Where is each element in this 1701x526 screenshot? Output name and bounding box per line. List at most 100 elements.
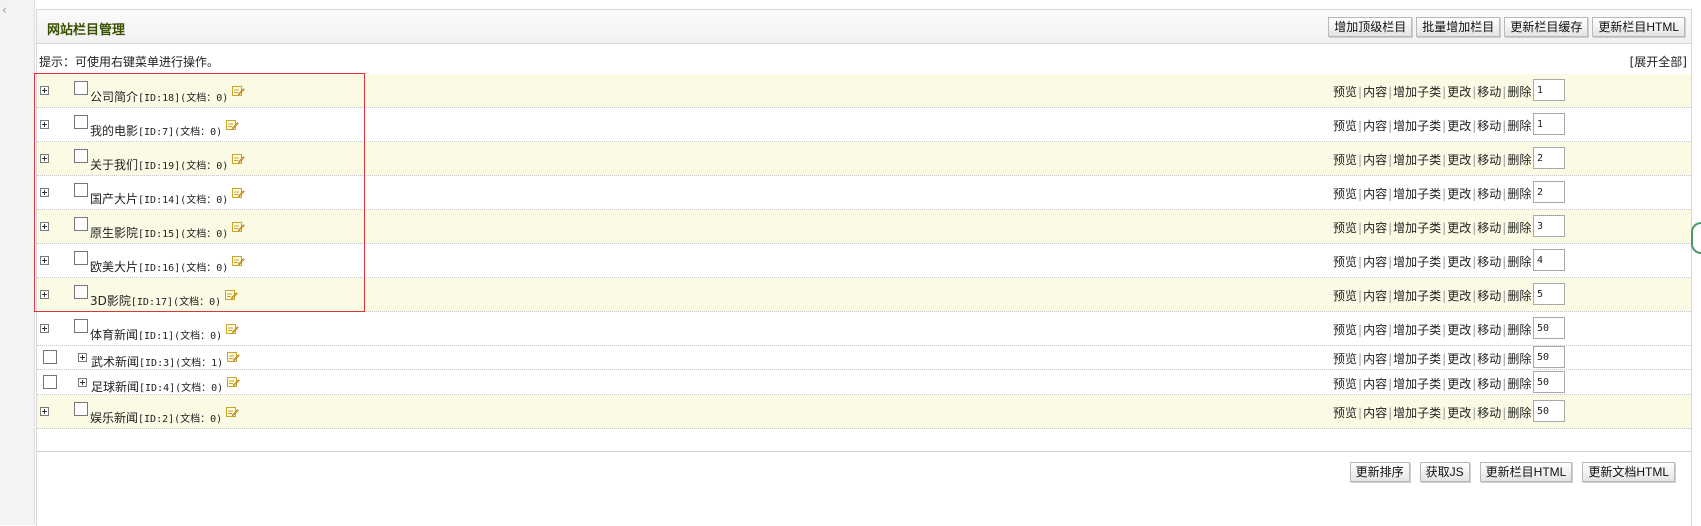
- expand-all-link[interactable]: [展开全部]: [1630, 53, 1687, 70]
- content-link[interactable]: 内容: [1363, 255, 1387, 269]
- delete-link[interactable]: 删除: [1507, 221, 1531, 235]
- delete-link[interactable]: 删除: [1507, 352, 1531, 366]
- preview-link[interactable]: 预览: [1333, 406, 1357, 420]
- modify-link[interactable]: 更改: [1447, 289, 1471, 303]
- content-link[interactable]: 内容: [1363, 323, 1387, 337]
- category-name[interactable]: 公司简介[ID:18](文档：0): [90, 88, 228, 105]
- category-checkbox[interactable]: [74, 183, 88, 197]
- category-name[interactable]: 娱乐新闻[ID:2](文档：0): [90, 409, 222, 426]
- content-link[interactable]: 内容: [1363, 406, 1387, 420]
- sort-order-input[interactable]: [1533, 79, 1565, 101]
- category-checkbox[interactable]: [43, 350, 57, 364]
- category-name[interactable]: 关于我们[ID:19](文档：0): [90, 156, 228, 173]
- category-checkbox[interactable]: [74, 217, 88, 231]
- content-link[interactable]: 内容: [1363, 85, 1387, 99]
- add-subcategory-link[interactable]: 增加子类: [1393, 406, 1441, 420]
- edit-icon[interactable]: [232, 153, 245, 165]
- move-link[interactable]: 移动: [1477, 221, 1501, 235]
- category-row[interactable]: 我的电影[ID:7](文档：0) 预览|内容|增加子类|更改|移动|删除: [37, 108, 1691, 142]
- edit-icon[interactable]: [232, 187, 245, 199]
- add-subcategory-link[interactable]: 增加子类: [1393, 153, 1441, 167]
- preview-link[interactable]: 预览: [1333, 119, 1357, 133]
- expand-plus-icon[interactable]: [40, 222, 49, 231]
- add-subcategory-link[interactable]: 增加子类: [1393, 187, 1441, 201]
- content-link[interactable]: 内容: [1363, 289, 1387, 303]
- category-row[interactable]: 公司简介[ID:18](文档：0) 预览|内容|增加子类|更改|移动|删除: [37, 74, 1691, 108]
- modify-link[interactable]: 更改: [1447, 85, 1471, 99]
- expand-plus-icon[interactable]: [40, 120, 49, 129]
- edit-icon[interactable]: [227, 351, 240, 363]
- content-link[interactable]: 内容: [1363, 221, 1387, 235]
- preview-link[interactable]: 预览: [1333, 221, 1357, 235]
- category-title[interactable]: 足球新闻: [91, 380, 139, 394]
- sort-order-input[interactable]: [1533, 215, 1565, 237]
- move-link[interactable]: 移动: [1477, 153, 1501, 167]
- add-subcategory-link[interactable]: 增加子类: [1393, 323, 1441, 337]
- get-js-button[interactable]: 获取JS: [1419, 462, 1470, 482]
- expand-plus-icon[interactable]: [40, 256, 49, 265]
- edit-icon[interactable]: [232, 255, 245, 267]
- preview-link[interactable]: 预览: [1333, 187, 1357, 201]
- category-name[interactable]: 国产大片[ID:14](文档：0): [90, 190, 228, 207]
- sort-order-input[interactable]: [1533, 400, 1565, 422]
- category-row[interactable]: 3D影院[ID:17](文档：0) 预览|内容|增加子类|更改|移动|删除: [37, 278, 1691, 312]
- category-row[interactable]: 关于我们[ID:19](文档：0) 预览|内容|增加子类|更改|移动|删除: [37, 142, 1691, 176]
- category-title[interactable]: 3D影院: [90, 294, 131, 308]
- preview-link[interactable]: 预览: [1333, 352, 1357, 366]
- delete-link[interactable]: 删除: [1507, 119, 1531, 133]
- content-link[interactable]: 内容: [1363, 153, 1387, 167]
- expand-plus-icon[interactable]: [40, 188, 49, 197]
- update-category-html-bottom-button[interactable]: 更新栏目HTML: [1479, 462, 1573, 482]
- modify-link[interactable]: 更改: [1447, 377, 1471, 391]
- move-link[interactable]: 移动: [1477, 255, 1501, 269]
- category-title[interactable]: 公司简介: [90, 90, 138, 104]
- category-name[interactable]: 武术新闻[ID:3](文档：1): [91, 353, 223, 370]
- category-title[interactable]: 国产大片: [90, 192, 138, 206]
- category-name[interactable]: 欧美大片[ID:16](文档：0): [90, 258, 228, 275]
- update-category-cache-button[interactable]: 更新栏目缓存: [1504, 17, 1589, 37]
- preview-link[interactable]: 预览: [1333, 323, 1357, 337]
- add-top-category-button[interactable]: 增加顶级栏目: [1328, 17, 1413, 37]
- collapse-arrow-icon[interactable]: ‹: [2, 3, 7, 17]
- expand-plus-icon[interactable]: [40, 154, 49, 163]
- content-link[interactable]: 内容: [1363, 119, 1387, 133]
- modify-link[interactable]: 更改: [1447, 153, 1471, 167]
- expand-plus-icon[interactable]: [40, 290, 49, 299]
- delete-link[interactable]: 删除: [1507, 406, 1531, 420]
- category-checkbox[interactable]: [74, 115, 88, 129]
- sort-order-input[interactable]: [1533, 283, 1565, 305]
- edit-icon[interactable]: [232, 221, 245, 233]
- modify-link[interactable]: 更改: [1447, 406, 1471, 420]
- category-name[interactable]: 足球新闻[ID:4](文档：0): [91, 378, 223, 395]
- category-checkbox[interactable]: [43, 375, 57, 389]
- expand-plus-icon[interactable]: [40, 407, 49, 416]
- edit-icon[interactable]: [232, 85, 245, 97]
- batch-add-category-button[interactable]: 批量增加栏目: [1416, 17, 1501, 37]
- add-subcategory-link[interactable]: 增加子类: [1393, 255, 1441, 269]
- add-subcategory-link[interactable]: 增加子类: [1393, 119, 1441, 133]
- category-checkbox[interactable]: [74, 319, 88, 333]
- add-subcategory-link[interactable]: 增加子类: [1393, 221, 1441, 235]
- delete-link[interactable]: 删除: [1507, 187, 1531, 201]
- category-row[interactable]: 原生影院[ID:15](文档：0) 预览|内容|增加子类|更改|移动|删除: [37, 210, 1691, 244]
- category-checkbox[interactable]: [74, 81, 88, 95]
- edit-icon[interactable]: [227, 376, 240, 388]
- delete-link[interactable]: 删除: [1507, 289, 1531, 303]
- category-name[interactable]: 体育新闻[ID:1](文档：0): [90, 326, 222, 343]
- content-link[interactable]: 内容: [1363, 377, 1387, 391]
- modify-link[interactable]: 更改: [1447, 323, 1471, 337]
- category-title[interactable]: 体育新闻: [90, 328, 138, 342]
- update-document-html-button[interactable]: 更新文档HTML: [1582, 462, 1675, 482]
- add-subcategory-link[interactable]: 增加子类: [1393, 289, 1441, 303]
- content-link[interactable]: 内容: [1363, 352, 1387, 366]
- preview-link[interactable]: 预览: [1333, 85, 1357, 99]
- move-link[interactable]: 移动: [1477, 406, 1501, 420]
- expand-plus-icon[interactable]: [78, 353, 87, 362]
- move-link[interactable]: 移动: [1477, 377, 1501, 391]
- add-subcategory-link[interactable]: 增加子类: [1393, 85, 1441, 99]
- sort-order-input[interactable]: [1533, 147, 1565, 169]
- category-name[interactable]: 3D影院[ID:17](文档：0): [90, 292, 221, 309]
- category-name[interactable]: 我的电影[ID:7](文档：0): [90, 122, 222, 139]
- category-row[interactable]: 体育新闻[ID:1](文档：0) 预览|内容|增加子类|更改|移动|删除: [37, 312, 1691, 346]
- category-checkbox[interactable]: [74, 402, 88, 416]
